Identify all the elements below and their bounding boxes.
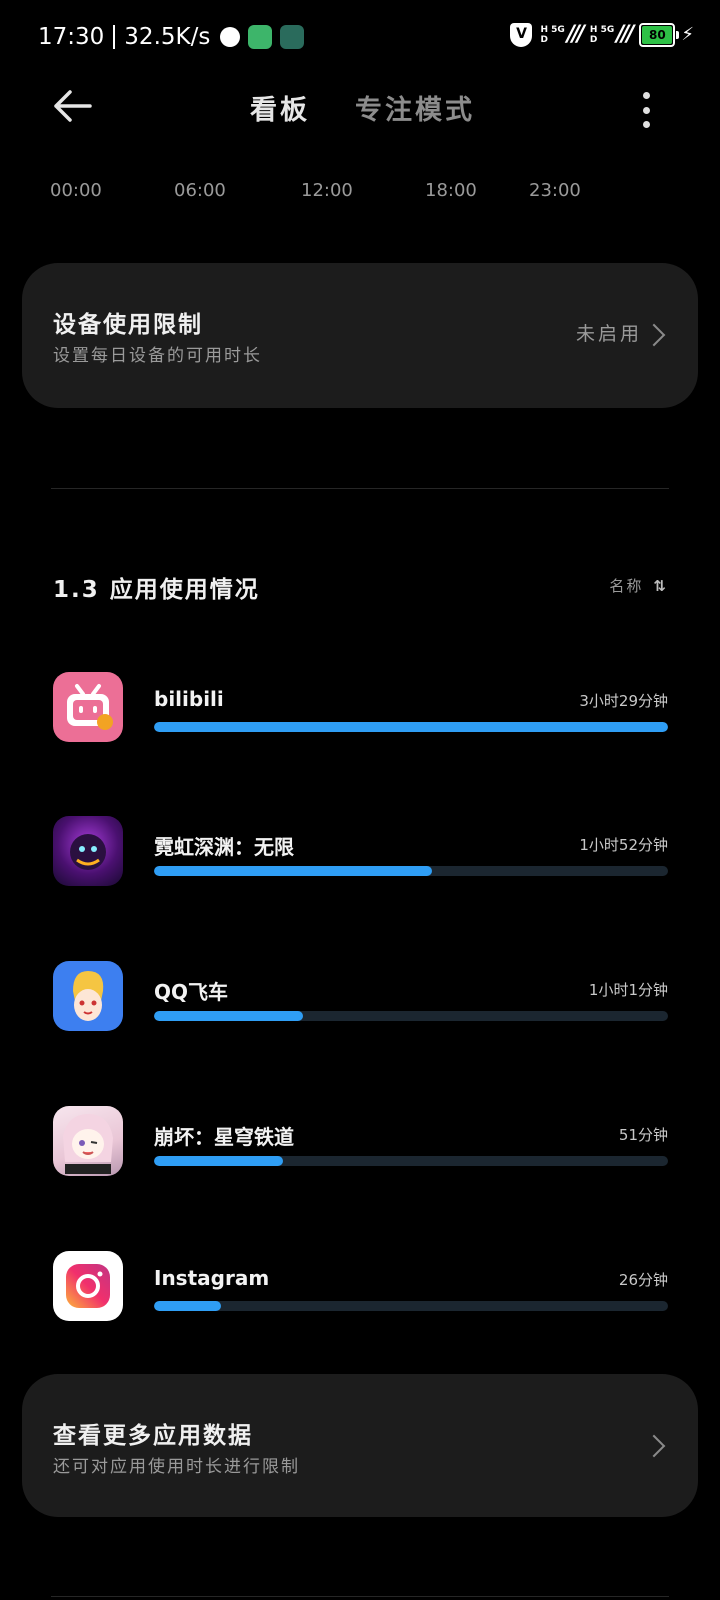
tab-focus-mode[interactable]: 专注模式 [355,88,475,127]
app-usage-time: 26分钟 [618,1271,668,1289]
signal-2: H 5G D /// [589,22,634,47]
app-row[interactable]: Instagram 26分钟 [0,1239,720,1339]
usage-bar-fill [154,722,668,732]
app-row[interactable]: bilibili 3小时29分钟 [0,660,720,760]
status-bar-left: 17:30 32.5K/s [38,24,305,50]
more-dot-icon [642,121,650,128]
battery-level: 80 [642,25,673,44]
app-row[interactable]: 崩坏：星穹铁道 51分钟 [0,1094,720,1194]
time-tick: 18:00 [425,180,477,201]
app-row[interactable]: QQ飞车 1小时1分钟 [0,949,720,1049]
chevron-right-icon [642,1434,666,1458]
status-bar-right: V H 5G D /// H 5G D /// 80 ⚡ [510,22,694,47]
usage-bar [154,866,668,876]
app-usage-time: 1小时52分钟 [579,836,668,854]
app-usage-title: 1.3 应用使用情况 [53,577,260,603]
charging-icon: ⚡ [681,24,694,45]
security-app-icon [248,25,273,49]
signal-2-type: H 5G [589,24,615,35]
honkai-star-rail-icon [53,1106,123,1176]
more-data-title: 查看更多应用数据 [53,1423,253,1449]
time-tick: 00:00 [50,180,102,201]
instagram-icon [53,1251,123,1321]
usage-bar [154,1011,668,1021]
more-app-data-card[interactable]: 查看更多应用数据 还可对应用使用时长进行限制 [22,1374,698,1517]
device-limit-title: 设备使用限制 [53,312,203,338]
divider [51,1596,669,1597]
back-button[interactable] [50,84,98,128]
time-tick: 23:00 [529,180,581,201]
more-dot-icon [642,92,650,99]
chevron-right-icon [642,323,666,347]
app-name: 崩坏：星穹铁道 [154,1125,294,1149]
battery-icon: 80 ⚡ [639,22,694,47]
vpn-shield-icon: V [510,22,533,47]
back-arrow-icon [54,90,92,122]
usage-bar-fill [154,1301,221,1311]
more-data-subtitle: 还可对应用使用时长进行限制 [53,1457,300,1477]
app-name: Instagram [154,1266,270,1290]
signal-1-type: H 5G [540,24,565,35]
clock: 17:30 [38,24,105,50]
more-options-button[interactable] [640,92,652,128]
usage-bar [154,1156,668,1166]
bluetooth-muted-icon [220,27,241,47]
sort-icon: ⇅ [653,576,668,595]
app-row[interactable]: 霓虹深渊：无限 1小时52分钟 [0,804,720,904]
avatar-app-icon [280,25,305,49]
app-usage-time: 1小时1分钟 [588,981,668,999]
app-name: QQ飞车 [154,980,229,1004]
qq-speed-icon [53,961,123,1031]
signal-1-sub: D [540,34,548,45]
app-name: bilibili [154,687,224,711]
device-limit-card[interactable]: 设备使用限制 设置每日设备的可用时长 未启用 [22,263,698,408]
neon-abyss-icon [53,816,123,886]
divider [51,488,669,489]
network-speed: 32.5K/s [124,24,211,50]
signal-bars-icon: /// [616,22,634,47]
time-tick: 06:00 [174,180,226,201]
device-limit-subtitle: 设置每日设备的可用时长 [53,346,262,366]
time-tick: 12:00 [301,180,353,201]
separator [113,25,116,49]
sort-button[interactable]: 名称 ⇅ [609,575,668,596]
signal-1: H 5G D /// [540,22,585,47]
tab-dashboard[interactable]: 看板 [250,88,310,127]
usage-bar-fill [154,866,432,876]
app-name: 霓虹深渊：无限 [154,835,294,859]
usage-bar-fill [154,1156,283,1166]
sort-label: 名称 [609,577,644,595]
more-dot-icon [642,106,650,114]
usage-bar-fill [154,1011,304,1021]
app-usage-time: 51分钟 [618,1126,668,1144]
signal-bars-icon: /// [566,22,585,47]
signal-2-sub: D [589,34,598,45]
bilibili-icon [53,672,123,742]
usage-bar [154,722,668,732]
app-usage-time: 3小时29分钟 [579,692,668,710]
usage-bar [154,1301,668,1311]
device-limit-status: 未启用 [575,323,642,345]
